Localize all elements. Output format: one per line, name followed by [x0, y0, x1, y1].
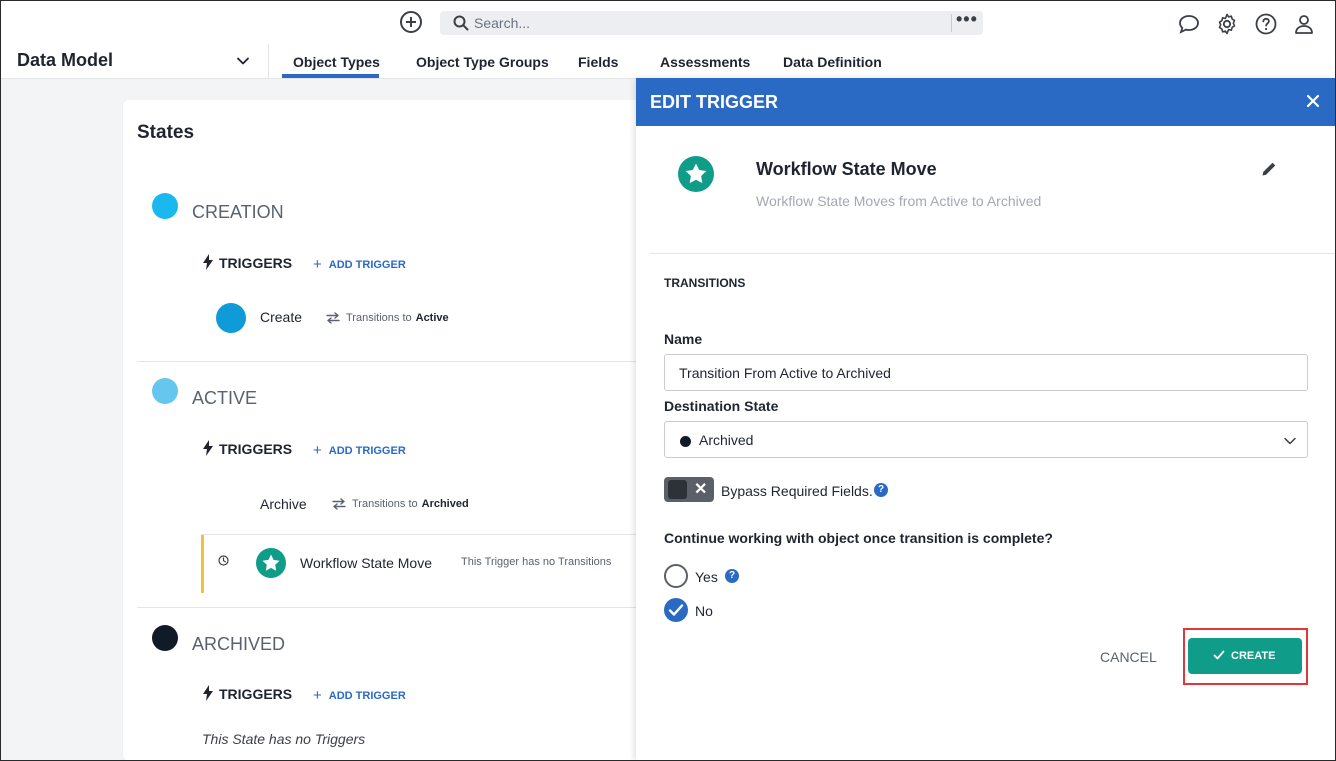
help-icon[interactable]: ?	[874, 483, 888, 497]
nav-row: Data Model Object Types Object Type Grou…	[0, 44, 1336, 79]
module-selector[interactable]: Data Model	[17, 50, 113, 71]
trigger-name-create[interactable]: Create	[260, 309, 302, 325]
more-icon[interactable]: •••	[956, 9, 978, 30]
state-name-active[interactable]: ACTIVE	[192, 388, 257, 409]
state-dot-archived	[152, 625, 178, 651]
radio-yes[interactable]	[664, 564, 688, 588]
transition-icon	[326, 312, 340, 324]
destination-state-label: Destination State	[664, 398, 779, 414]
star-icon	[678, 156, 714, 192]
check-icon	[668, 604, 684, 616]
trigger-name-workflow-state-move[interactable]: Workflow State Move	[300, 555, 432, 571]
chat-icon[interactable]	[1177, 12, 1201, 36]
panel-header: EDIT TRIGGER	[636, 78, 1336, 126]
user-icon[interactable]	[1292, 12, 1316, 36]
tab-fields[interactable]: Fields	[578, 54, 618, 70]
gear-icon[interactable]	[1215, 12, 1239, 36]
panel-title: EDIT TRIGGER	[650, 92, 779, 112]
transition-text: Transitions to Active	[346, 312, 449, 324]
triggers-label: TRIGGERS	[219, 255, 293, 271]
trigger-title: Workflow State Move	[756, 159, 937, 179]
search-icon	[453, 15, 469, 31]
search-input[interactable]: Search...	[474, 15, 530, 31]
chevron-down-icon[interactable]	[1283, 435, 1297, 447]
active-tab-indicator	[282, 74, 379, 78]
state-divider	[137, 361, 657, 362]
top-bar: Search... •••	[0, 0, 1336, 44]
state-dot-creation	[152, 193, 178, 219]
bolt-icon	[203, 685, 213, 701]
tab-data-definition[interactable]: Data Definition	[783, 54, 882, 70]
add-trigger-button[interactable]: + ADD TRIGGER	[313, 687, 406, 704]
state-divider	[137, 607, 657, 608]
toggle-knob	[668, 480, 687, 499]
check-icon	[1213, 650, 1225, 660]
triggers-label: TRIGGERS	[219, 441, 293, 457]
bypass-required-label: Bypass Required Fields.	[721, 483, 873, 499]
name-label: Name	[664, 331, 703, 347]
states-card	[123, 100, 663, 761]
nav-divider	[268, 44, 269, 78]
tab-object-types[interactable]: Object Types	[293, 54, 380, 70]
name-field[interactable]: Transition From Active to Archived	[664, 354, 1308, 391]
destination-state-value: Archived	[699, 432, 754, 448]
create-button-label: CREATE	[1231, 650, 1276, 662]
sub-trigger-divider	[201, 534, 661, 535]
trigger-dot-create	[216, 303, 246, 333]
section-label-transitions: TRANSITIONS	[664, 276, 746, 290]
toggle-off-icon: ✕	[694, 481, 708, 498]
help-icon[interactable]	[1254, 12, 1278, 36]
triggers-label: TRIGGERS	[219, 686, 293, 702]
tab-assessments[interactable]: Assessments	[660, 54, 750, 70]
search-bar[interactable]: Search... •••	[440, 9, 983, 35]
bolt-icon	[203, 440, 213, 456]
edit-trigger-panel: EDIT TRIGGER Workflow State Move Workflo…	[636, 78, 1336, 761]
transition-icon	[332, 498, 346, 510]
plus-icon: +	[313, 687, 322, 704]
no-transitions-note: This Trigger has no Transitions	[461, 556, 612, 568]
bolt-icon	[203, 254, 213, 270]
create-button[interactable]: CREATE	[1188, 638, 1302, 674]
cancel-button[interactable]: CANCEL	[1100, 649, 1157, 665]
radio-yes-label[interactable]: Yes	[695, 569, 718, 585]
name-field-value[interactable]: Transition From Active to Archived	[679, 365, 891, 381]
radio-no[interactable]	[664, 598, 688, 622]
pencil-icon[interactable]	[1260, 160, 1278, 178]
star-icon	[256, 548, 286, 578]
continue-working-question: Continue working with object once transi…	[664, 530, 1053, 546]
radio-no-label[interactable]: No	[695, 603, 713, 619]
destination-state-select[interactable]: Archived	[664, 421, 1308, 458]
selected-trigger-indicator	[201, 535, 204, 593]
plus-icon: +	[313, 442, 322, 459]
state-dot-active	[152, 378, 178, 404]
states-title: States	[137, 122, 195, 143]
state-name-archived[interactable]: ARCHIVED	[192, 634, 285, 655]
add-trigger-button[interactable]: + ADD TRIGGER	[313, 256, 406, 273]
add-trigger-button[interactable]: + ADD TRIGGER	[313, 442, 406, 459]
plus-icon: +	[313, 256, 322, 273]
tab-object-type-groups[interactable]: Object Type Groups	[416, 54, 549, 70]
search-divider	[951, 14, 952, 32]
state-color-dot	[680, 436, 691, 447]
clock-icon	[218, 555, 229, 566]
bypass-required-toggle[interactable]: ✕	[664, 477, 714, 502]
transition-text: Transitions to Archived	[352, 498, 469, 510]
help-icon[interactable]: ?	[725, 569, 739, 583]
add-icon[interactable]	[400, 11, 422, 33]
trigger-name-archive[interactable]: Archive	[260, 496, 307, 512]
trigger-subtitle: Workflow State Moves from Active to Arch…	[756, 193, 1042, 209]
state-name-creation[interactable]: CREATION	[192, 202, 284, 223]
panel-divider	[650, 253, 1336, 254]
chevron-down-icon[interactable]	[236, 54, 250, 68]
no-triggers-text: This State has no Triggers	[202, 731, 366, 747]
close-icon[interactable]	[1304, 92, 1322, 110]
